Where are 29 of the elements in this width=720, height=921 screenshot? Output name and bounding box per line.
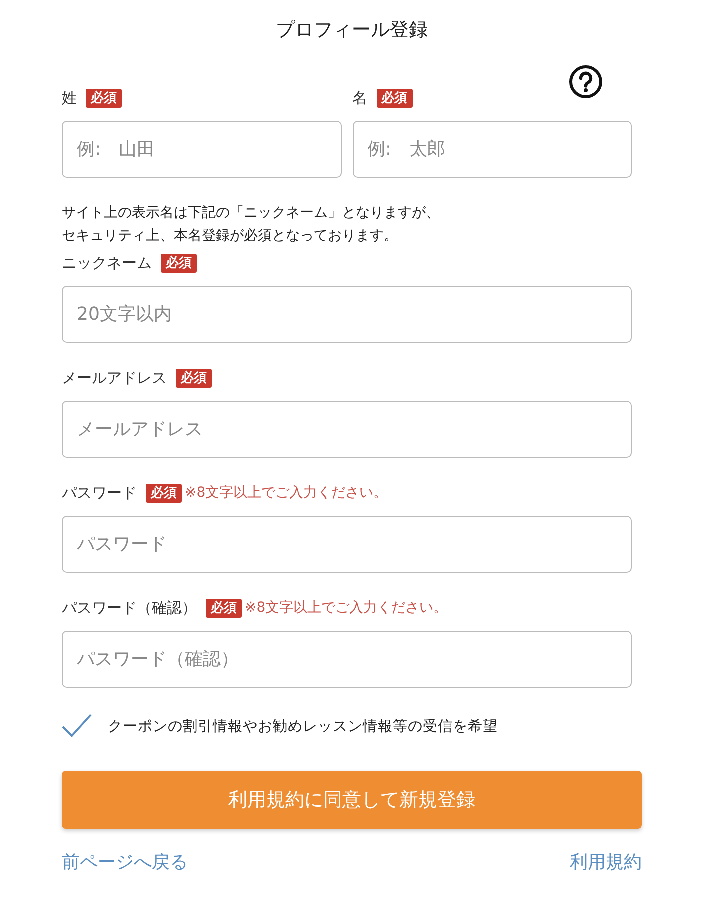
register-button[interactable]: 利用規約に同意して新規登録 <box>62 771 642 829</box>
required-badge: 必須 <box>206 598 242 618</box>
checkbox-label: クーポンの割引情報やお勧めレッスン情報等の受信を希望 <box>108 718 498 736</box>
field-label: メールアドレス <box>62 368 167 388</box>
required-badge: 必須 <box>176 368 212 388</box>
hint-text: ※8文字以上でご入力ください。 <box>185 484 388 502</box>
input-field[interactable]: パスワード（確認） <box>62 631 632 688</box>
link[interactable]: 利用規約 <box>570 850 642 874</box>
required-badge: 必須 <box>86 88 122 108</box>
notice-text: サイト上の表示名は下記の「ニックネーム」となりますが、 <box>62 204 441 223</box>
required-badge: 必須 <box>146 484 182 502</box>
link[interactable]: 前ページへ戻る <box>62 850 188 874</box>
notice-text: セキュリティ上、本名登録が必須となっております。 <box>62 227 399 246</box>
required-badge: 必須 <box>376 88 412 108</box>
required-badge: 必須 <box>161 254 197 272</box>
field-label: 姓 <box>62 88 77 108</box>
field-label: 名 <box>352 88 368 108</box>
input-field[interactable]: メールアドレス <box>62 401 632 458</box>
checkmark-icon[interactable] <box>62 714 92 738</box>
input-field[interactable]: パスワード <box>62 516 632 573</box>
page-title: プロフィール登録 <box>275 18 429 43</box>
input-field[interactable]: 例: 太郎 <box>352 121 632 178</box>
field-label: パスワード（確認） <box>62 598 197 618</box>
input-field[interactable]: 20文字以内 <box>62 286 632 343</box>
field-label: パスワード <box>62 484 137 502</box>
input-field[interactable]: 例: 山田 <box>62 121 342 178</box>
hint-text: ※8文字以上でご入力ください。 <box>245 599 448 617</box>
help-icon[interactable] <box>568 65 602 99</box>
field-label: ニックネーム <box>62 254 152 272</box>
